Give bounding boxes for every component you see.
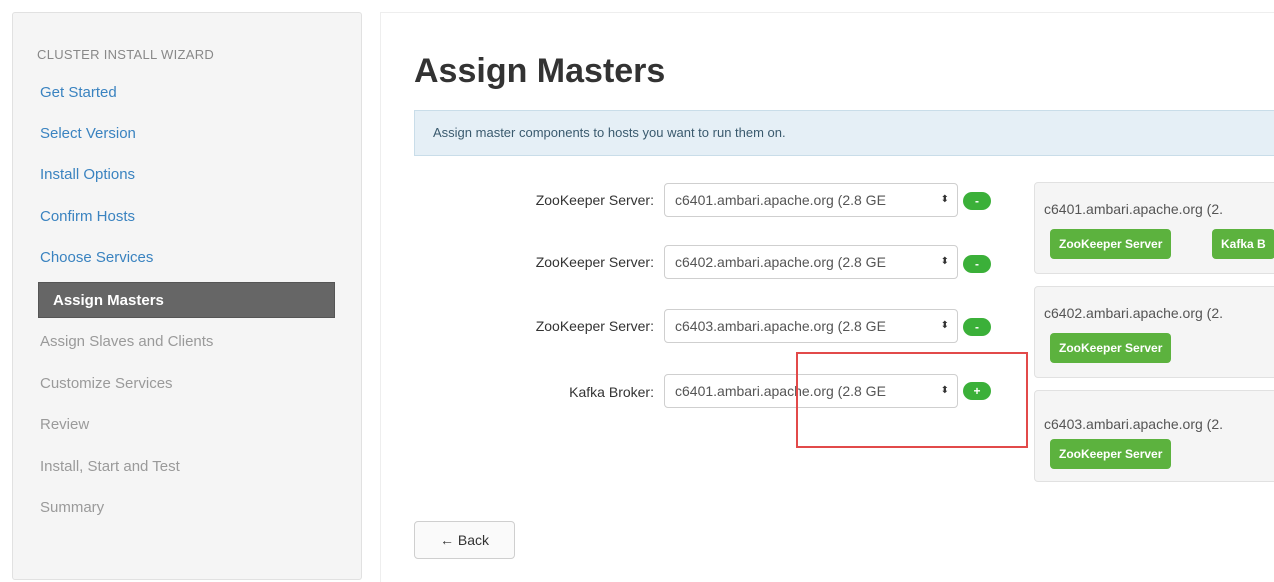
select-arrow-icon: ⬍: [940, 320, 949, 331]
host-select[interactable]: c6402.ambari.apache.org (2.8 GE ⬍: [664, 245, 958, 279]
remove-component-button[interactable]: -: [963, 255, 991, 273]
component-label: ZooKeeper Server:: [535, 318, 654, 334]
host-name: c6402.ambari.apache.org (2.: [1044, 305, 1223, 321]
sidebar-item-choose-services[interactable]: Choose Services: [26, 240, 323, 276]
host-select[interactable]: c6403.ambari.apache.org (2.8 GE ⬍: [664, 309, 958, 343]
component-tag: Kafka B: [1212, 229, 1274, 259]
sidebar-item-confirm-hosts[interactable]: Confirm Hosts: [26, 199, 323, 235]
select-value: c6401.ambari.apache.org (2.8 GE: [675, 192, 886, 208]
component-label: ZooKeeper Server:: [535, 192, 654, 208]
select-arrow-icon: ⬍: [940, 194, 949, 205]
sidebar-item-select-version[interactable]: Select Version: [26, 116, 323, 152]
component-label: Kafka Broker:: [569, 384, 654, 400]
component-label: ZooKeeper Server:: [535, 254, 654, 270]
sidebar-item-assign-slaves: Assign Slaves and Clients: [40, 333, 214, 350]
highlight-annotation: [796, 352, 1028, 448]
host-select[interactable]: c6401.ambari.apache.org (2.8 GE ⬍: [664, 183, 958, 217]
sidebar-item-install-options[interactable]: Install Options: [26, 157, 323, 193]
sidebar-header: CLUSTER INSTALL WIZARD: [37, 47, 215, 62]
page: CLUSTER INSTALL WIZARD Get Started Selec…: [0, 0, 1274, 582]
select-value: c6402.ambari.apache.org (2.8 GE: [675, 254, 886, 270]
sidebar-item-install-start-test: Install, Start and Test: [40, 458, 180, 475]
component-tag: ZooKeeper Server: [1050, 229, 1172, 259]
sidebar-item-assign-masters[interactable]: Assign Masters: [38, 282, 335, 318]
sidebar-item-review: Review: [40, 416, 90, 433]
host-name: c6401.ambari.apache.org (2.: [1044, 201, 1223, 217]
sidebar-item-summary: Summary: [40, 499, 105, 516]
host-name: c6403.ambari.apache.org (2.: [1044, 416, 1223, 432]
host-card: c6403.ambari.apache.org (2. ZooKeeper Se…: [1034, 390, 1274, 482]
back-button[interactable]: ← Back: [414, 521, 515, 559]
info-alert: Assign master components to hosts you wa…: [414, 110, 1274, 156]
host-card: c6401.ambari.apache.org (2. ZooKeeper Se…: [1034, 182, 1274, 274]
select-arrow-icon: ⬍: [940, 256, 949, 267]
remove-component-button[interactable]: -: [963, 192, 991, 210]
sidebar-item-get-started[interactable]: Get Started: [26, 75, 323, 111]
remove-component-button[interactable]: -: [963, 318, 991, 336]
page-title: Assign Masters: [414, 52, 666, 90]
component-tag: ZooKeeper Server: [1050, 333, 1172, 363]
sidebar-item-customize-services: Customize Services: [40, 375, 173, 392]
component-tag: ZooKeeper Server: [1050, 439, 1172, 469]
host-card: c6402.ambari.apache.org (2. ZooKeeper Se…: [1034, 286, 1274, 378]
select-value: c6403.ambari.apache.org (2.8 GE: [675, 318, 886, 334]
